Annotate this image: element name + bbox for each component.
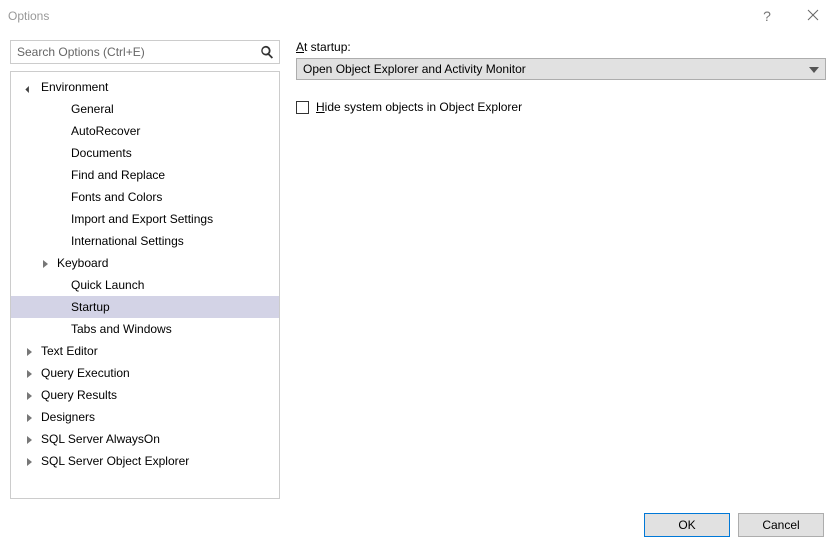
tree-item[interactable]: Designers — [11, 406, 279, 428]
window-title: Options — [8, 9, 744, 23]
tree-item[interactable]: International Settings — [11, 230, 279, 252]
twisty-closed-icon[interactable] — [25, 455, 37, 467]
twisty-open-icon[interactable] — [25, 81, 37, 93]
startup-label: At startup: — [296, 40, 826, 54]
tree-item[interactable]: Tabs and Windows — [11, 318, 279, 340]
twisty-closed-icon[interactable] — [25, 433, 37, 445]
tree-item[interactable]: Documents — [11, 142, 279, 164]
options-tree[interactable]: Environment General AutoRecover Documents Fi… — [10, 71, 280, 499]
twisty-spacer — [55, 279, 67, 291]
tree-item[interactable]: SQL Server Object Explorer — [11, 450, 279, 472]
close-button[interactable] — [790, 0, 836, 32]
tree-item[interactable]: Keyboard — [11, 252, 279, 274]
left-panel: Environment General AutoRecover Documents Fi… — [10, 40, 280, 499]
twisty-spacer — [55, 169, 67, 181]
tree-item-label: SQL Server AlwaysOn — [39, 432, 160, 446]
twisty-spacer — [55, 213, 67, 225]
tree-item-label: Text Editor — [39, 344, 98, 358]
hide-system-objects-label: Hide system objects in Object Explorer — [316, 100, 522, 114]
tree-item-label: SQL Server Object Explorer — [39, 454, 189, 468]
twisty-spacer — [55, 125, 67, 137]
twisty-spacer — [55, 191, 67, 203]
tree-item[interactable]: Startup — [11, 296, 279, 318]
tree-item[interactable]: Query Execution — [11, 362, 279, 384]
tree-item-label: International Settings — [69, 234, 184, 248]
tree-item[interactable]: Find and Replace — [11, 164, 279, 186]
tree-item-label: Environment — [39, 80, 108, 94]
tree-item-label: Quick Launch — [69, 278, 144, 292]
tree-item-label: Startup — [69, 300, 110, 314]
twisty-closed-icon[interactable] — [25, 345, 37, 357]
tree-item[interactable]: General — [11, 98, 279, 120]
help-icon: ? — [763, 8, 771, 24]
tree-item-label: Documents — [69, 146, 132, 160]
tree-item-label: Keyboard — [55, 256, 108, 270]
tree-item[interactable]: Environment — [11, 76, 279, 98]
search-wrap — [10, 40, 280, 64]
twisty-spacer — [55, 301, 67, 313]
help-button[interactable]: ? — [744, 0, 790, 32]
twisty-spacer — [55, 147, 67, 159]
startup-dropdown[interactable]: Open Object Explorer and Activity Monito… — [296, 58, 826, 80]
title-bar: Options ? — [0, 0, 836, 32]
tree-item[interactable]: Quick Launch — [11, 274, 279, 296]
hide-system-objects-checkbox[interactable] — [296, 101, 309, 114]
tree-item-label: General — [69, 102, 114, 116]
tree-item-label: Query Execution — [39, 366, 130, 380]
tree-item-label: Query Results — [39, 388, 117, 402]
tree-item-label: Import and Export Settings — [69, 212, 213, 226]
tree-item-label: Fonts and Colors — [69, 190, 162, 204]
tree-item[interactable]: SQL Server AlwaysOn — [11, 428, 279, 450]
tree-item-label: Find and Replace — [69, 168, 165, 182]
tree-item[interactable]: Query Results — [11, 384, 279, 406]
close-icon — [807, 9, 819, 24]
dialog-footer: OK Cancel — [0, 507, 836, 552]
hide-system-objects-row[interactable]: Hide system objects in Object Explorer — [296, 100, 826, 114]
twisty-closed-icon[interactable] — [25, 367, 37, 379]
ok-button[interactable]: OK — [644, 513, 730, 537]
cancel-button[interactable]: Cancel — [738, 513, 824, 537]
search-input[interactable] — [10, 40, 280, 64]
right-panel: At startup: Open Object Explorer and Act… — [296, 40, 826, 499]
twisty-spacer — [55, 103, 67, 115]
tree-item-label: Tabs and Windows — [69, 322, 172, 336]
tree-item-label: AutoRecover — [69, 124, 140, 138]
tree-item-label: Designers — [39, 410, 95, 424]
twisty-closed-icon[interactable] — [25, 411, 37, 423]
dropdown-value: Open Object Explorer and Activity Monito… — [303, 62, 526, 76]
twisty-closed-icon[interactable] — [25, 389, 37, 401]
tree-item[interactable]: Fonts and Colors — [11, 186, 279, 208]
chevron-down-icon — [809, 62, 819, 76]
tree-item[interactable]: AutoRecover — [11, 120, 279, 142]
tree-item[interactable]: Import and Export Settings — [11, 208, 279, 230]
tree-item[interactable]: Text Editor — [11, 340, 279, 362]
twisty-spacer — [55, 235, 67, 247]
twisty-spacer — [55, 323, 67, 335]
twisty-closed-icon[interactable] — [41, 257, 53, 269]
